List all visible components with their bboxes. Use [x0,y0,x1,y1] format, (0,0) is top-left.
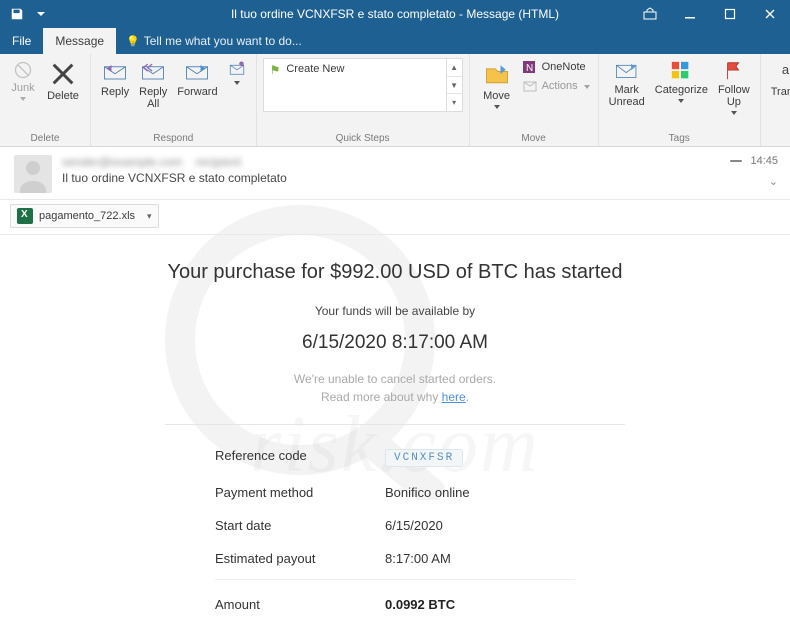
funds-date: 6/15/2020 8:17:00 AM [155,332,635,354]
chevron-down-icon [731,111,737,115]
message-body: Your purchase for $992.00 USD of BTC has… [0,235,790,636]
details-table: Reference code VCNXFSR Payment method Bo… [215,439,575,621]
onenote-button[interactable]: N OneNote [520,58,592,76]
window-controls [630,0,790,28]
expand-icon[interactable]: ▾ [447,94,462,111]
group-delete: Junk Delete Delete [0,54,91,146]
mark-unread-button[interactable]: Mark Unread [605,58,649,110]
status-bar-icon [730,160,742,162]
group-move: Move N OneNote Actions Move [470,54,599,146]
ribbon-tabs: File Message 💡 Tell me what you want to … [0,28,790,54]
junk-button[interactable]: Junk [6,58,40,103]
group-respond: Reply Reply All Forward Respond [91,54,257,146]
chevron-down-icon[interactable]: ▼ [447,77,462,95]
reply-button[interactable]: Reply [97,58,133,100]
payout-value: 8:17:00 AM [385,551,575,566]
amount-value: 0.0992 BTC [385,597,575,612]
ref-value: VCNXFSR [385,448,575,467]
bulb-icon: 💡 [126,35,140,48]
here-link[interactable]: here [442,390,466,404]
avatar [14,155,52,193]
tell-me-placeholder: Tell me what you want to do... [144,34,302,48]
tab-message[interactable]: Message [43,28,116,54]
chevron-down-icon [234,81,240,85]
start-label: Start date [215,518,385,533]
chevron-up-icon[interactable]: ▲ [447,59,462,77]
chevron-down-icon [494,105,500,109]
window-titlebar: Il tuo ordine VCNXFSR e stato completato… [0,0,790,28]
follow-up-button[interactable]: Follow Up [714,58,754,117]
chevron-down-icon[interactable]: ▾ [147,211,152,222]
message-time: 14:45 [750,155,778,167]
svg-text:a: a [782,62,790,77]
maximize-button[interactable] [710,0,750,28]
message-tools: 14:45 [730,155,778,167]
cancel-notice: We're unable to cancel started orders. R… [155,370,635,406]
tell-me-search[interactable]: 💡 Tell me what you want to do... [116,28,312,54]
ref-label: Reference code [215,448,385,467]
chevron-down-icon [678,99,684,103]
actions-button[interactable]: Actions [520,77,592,95]
group-tags: Mark Unread Categorize Follow Up Tags [599,54,761,146]
ribbon: Junk Delete Delete Reply Reply All Forwa… [0,54,790,147]
body-heading: Your purchase for $992.00 USD of BTC has… [155,259,635,286]
move-button[interactable]: Move [476,58,518,111]
translate-button[interactable]: a字 Translate [767,58,790,107]
more-respond-button[interactable] [224,58,250,87]
divider [215,579,575,580]
save-icon[interactable] [6,3,28,25]
divider [165,424,625,425]
quick-steps-gallery[interactable]: ⚑ Create New ▲ ▼ ▾ [263,58,463,112]
group-editing: a字 Translate Editing [761,54,790,146]
quick-access-toolbar [0,3,52,25]
close-button[interactable] [750,0,790,28]
chevron-down-icon [584,85,590,89]
funds-label: Your funds will be available by [155,304,635,318]
amount-label: Amount [215,597,385,612]
minimize-button[interactable] [670,0,710,28]
attachment-name: pagamento_722.xls [39,210,135,222]
chevron-down-icon [20,97,26,101]
attachment-row: pagamento_722.xls ▾ [0,200,790,235]
payout-label: Estimated payout [215,551,385,566]
excel-icon [17,208,33,224]
flag-icon: ⚑ [270,63,281,77]
subject-line: Il tuo ordine VCNXFSR e stato completato [62,171,776,185]
from-line: sender@example.com recipient [62,155,776,169]
group-quick-steps: ⚑ Create New ▲ ▼ ▾ Quick Steps [257,54,470,146]
categorize-button[interactable]: Categorize [651,58,712,105]
reply-all-button[interactable]: Reply All [135,58,171,112]
gallery-scroll[interactable]: ▲ ▼ ▾ [446,59,462,111]
forward-button[interactable]: Forward [173,58,221,100]
tab-file[interactable]: File [0,28,43,54]
pay-value: Bonifico online [385,485,575,500]
start-value: 6/15/2020 [385,518,575,533]
pay-label: Payment method [215,485,385,500]
message-header: sender@example.com recipient Il tuo ordi… [0,147,790,200]
attachment-chip[interactable]: pagamento_722.xls ▾ [10,204,159,228]
delete-button[interactable]: Delete [42,58,84,104]
svg-text:N: N [526,63,533,74]
window-title: Il tuo ordine VCNXFSR e stato completato… [231,7,559,21]
ribbon-options-icon[interactable] [630,0,670,28]
qat-chevron-icon[interactable] [30,3,52,25]
expand-header-button[interactable]: ⌄ [769,175,778,188]
